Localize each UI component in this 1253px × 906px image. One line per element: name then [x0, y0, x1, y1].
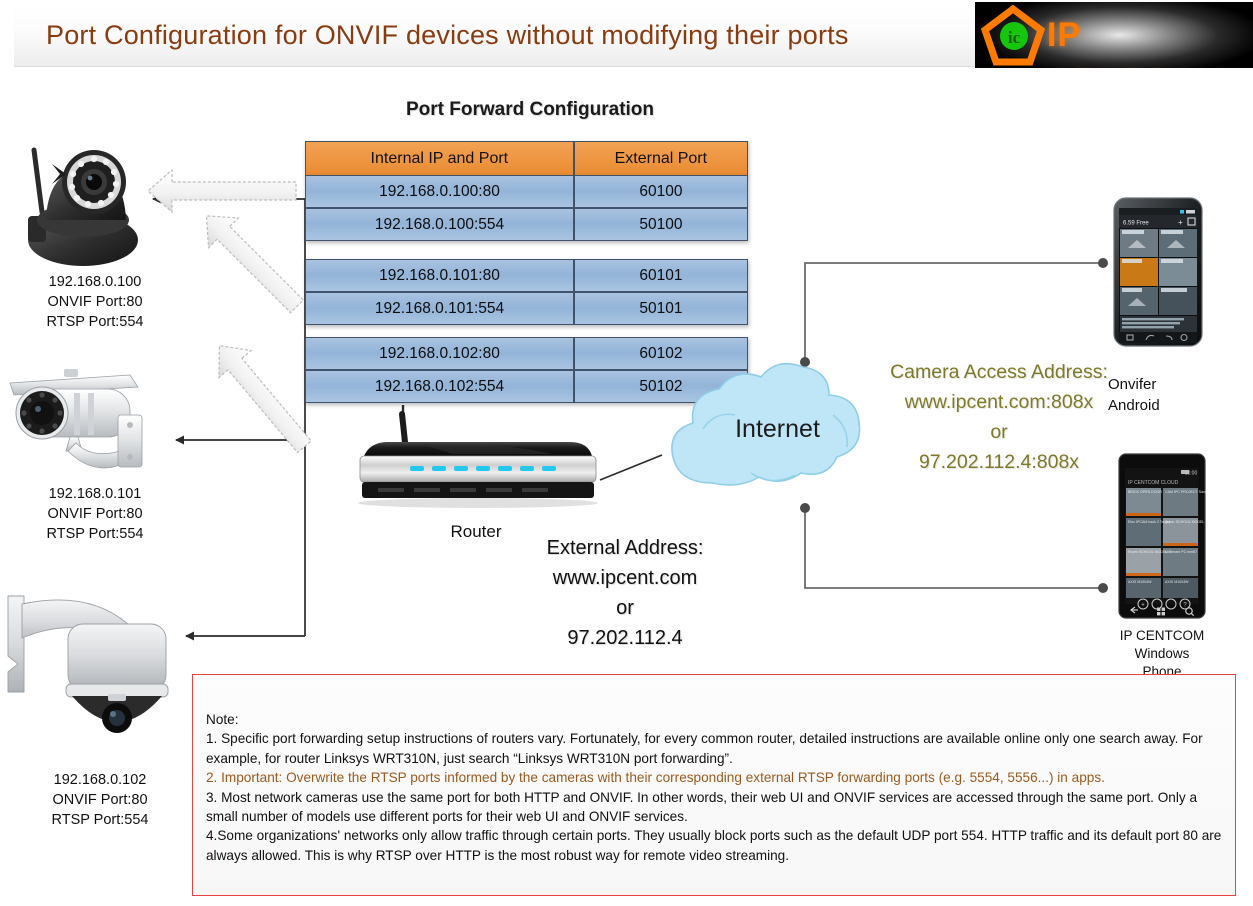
svg-text:Elec IPCAM back 2 Target: Elec IPCAM back 2 Target: [1128, 520, 1170, 524]
table-row[interactable]: 192.168.0.101:80 60101: [305, 259, 748, 292]
android-phone-icon: 6.59 Free +: [1113, 197, 1203, 347]
router-icon: [358, 411, 598, 508]
external-address-domain: www.ipcent.com: [552, 567, 698, 589]
table-header-row: Internal IP and Port External Port: [305, 141, 748, 176]
windows-phone-status-text: IP CENTCOM CLOUD: [1128, 480, 1179, 486]
note-item-1: 1. Specific port forwarding setup instru…: [206, 731, 1203, 766]
pan-tilt-camera-icon: [28, 147, 138, 266]
camera-label-2: 192.168.0.102 ONVIF Port:80 RTSP Port:55…: [10, 770, 190, 830]
cell-internal: 192.168.0.100:80: [305, 175, 574, 208]
onvifer-android-label: Onvifer Android: [1108, 374, 1208, 416]
svg-text:ic: ic: [1008, 28, 1021, 47]
camera-access-block: Camera Access Address: www.ipcent.com:80…: [880, 357, 1118, 477]
page-title: Port Configuration for ONVIF devices wit…: [46, 20, 849, 50]
block-arrow-camera-2: [205, 215, 305, 314]
cell-internal: 192.168.0.102:80: [305, 337, 574, 370]
table-row[interactable]: 192.168.0.100:554 50100: [305, 208, 748, 241]
external-address-block: External Address: www.ipcent.com or 97.2…: [510, 533, 740, 653]
external-address-ip: 97.202.112.4: [567, 627, 683, 649]
block-arrow-camera-1: [147, 168, 297, 214]
client-label-line1: IP CENTCOM: [1119, 628, 1205, 643]
camera-label-0: 192.168.0.100 ONVIF Port:80 RTSP Port:55…: [5, 272, 185, 332]
cloud-label: Internet: [735, 415, 820, 443]
cell-external: 50101: [573, 292, 748, 325]
note-item-4: 4.Some organizations' networks only allo…: [206, 828, 1222, 863]
svg-text:10:00: 10:00: [1185, 471, 1198, 477]
android-status-text: 6.59 Free: [1123, 221, 1149, 227]
port-forward-group-1: 192.168.0.100:80 60100 192.168.0.100:554…: [305, 175, 748, 241]
camera-ip: 192.168.0.102: [53, 772, 147, 788]
cell-external: 50100: [573, 208, 748, 241]
svg-text:Super SCHOOL MODEL: Super SCHOOL MODEL: [1165, 520, 1204, 524]
windows-phone-icon: 10:00 IP CENTCOM CLOUD BRICK OPEN DOOR CA…: [1118, 453, 1207, 619]
camera-onvif-port: ONVIF Port:80: [52, 792, 148, 808]
svg-text:BRICK OPEN DOOR: BRICK OPEN DOOR: [1128, 490, 1162, 494]
cell-internal: 192.168.0.102:554: [305, 370, 574, 403]
external-address-heading: External Address:: [546, 537, 704, 559]
table-title: Port Forward Configuration: [405, 99, 655, 120]
camera-ip: 192.168.0.101: [48, 486, 142, 502]
client-label-line2: Windows: [1134, 646, 1190, 661]
block-arrow-camera-3: [218, 344, 313, 454]
camera-ip: 192.168.0.100: [48, 274, 142, 290]
camera-access-ip: 97.202.112.4:808x: [918, 451, 1080, 473]
logo-brand-text: IP CENTCOM: [1047, 16, 1225, 68]
ip-centcom-logo: ic IP CENTCOM: [975, 2, 1253, 68]
column-header-external: External Port: [573, 141, 748, 176]
camera-onvif-port: ONVIF Port:80: [47, 506, 143, 522]
cell-internal: 192.168.0.101:554: [305, 292, 574, 325]
svg-text:+: +: [1141, 603, 1145, 609]
bullet-camera-icon: [9, 369, 143, 469]
column-header-internal: Internal IP and Port: [305, 141, 574, 176]
svg-text:Room SCHOOL MODEL: Room SCHOOL MODEL: [1128, 550, 1167, 554]
camera-access-heading: Camera Access Address:: [890, 361, 1108, 383]
cell-external: 60101: [573, 259, 748, 292]
port-forward-table-header: Internal IP and Port External Port: [305, 141, 748, 176]
note-heading: Note:: [206, 712, 239, 727]
note-content: Note: 1. Specific port forwarding setup …: [206, 710, 1224, 865]
cell-external: 60100: [573, 175, 748, 208]
note-item-2: 2. Important: Overwrite the RTSP ports i…: [206, 770, 1105, 786]
camera-access-domain: www.ipcent.com:808x: [904, 391, 1094, 413]
port-forward-group-2: 192.168.0.101:80 60101 192.168.0.101:554…: [305, 259, 748, 325]
pentagon-logo-icon: ic: [980, 4, 1046, 66]
table-row[interactable]: 192.168.0.100:80 60100: [305, 175, 748, 208]
ipcentcom-windows-phone-label: IP CENTCOM Windows Phone: [1092, 627, 1232, 681]
cell-internal: 192.168.0.101:80: [305, 259, 574, 292]
camera-label-1: 192.168.0.101 ONVIF Port:80 RTSP Port:55…: [5, 484, 185, 544]
camera-rtsp-port: RTSP Port:554: [46, 314, 144, 330]
table-row[interactable]: 192.168.0.101:554 50101: [305, 292, 748, 325]
camera-access-or: or: [990, 421, 1008, 443]
external-address-or: or: [616, 597, 634, 619]
cell-internal: 192.168.0.100:554: [305, 208, 574, 241]
svg-text:Millibeam PC mm87: Millibeam PC mm87: [1165, 550, 1197, 554]
svg-text:+: +: [1178, 218, 1183, 227]
camera-rtsp-port: RTSP Port:554: [46, 526, 144, 542]
ptz-dome-camera-icon: [7, 595, 169, 733]
note-item-3: 3. Most network cameras use the same por…: [206, 789, 1198, 825]
camera-rtsp-port: RTSP Port:554: [51, 812, 149, 828]
svg-text:CAM IPC PROJECT Save: CAM IPC PROJECT Save: [1165, 490, 1207, 494]
client-label-line1: Onvifer: [1108, 376, 1157, 393]
client-label-line2: Android: [1108, 397, 1160, 414]
svg-text:AXIS M1004W: AXIS M1004W: [1128, 580, 1152, 584]
camera-onvif-port: ONVIF Port:80: [47, 294, 143, 310]
svg-text:AXIS M1004W: AXIS M1004W: [1165, 580, 1189, 584]
